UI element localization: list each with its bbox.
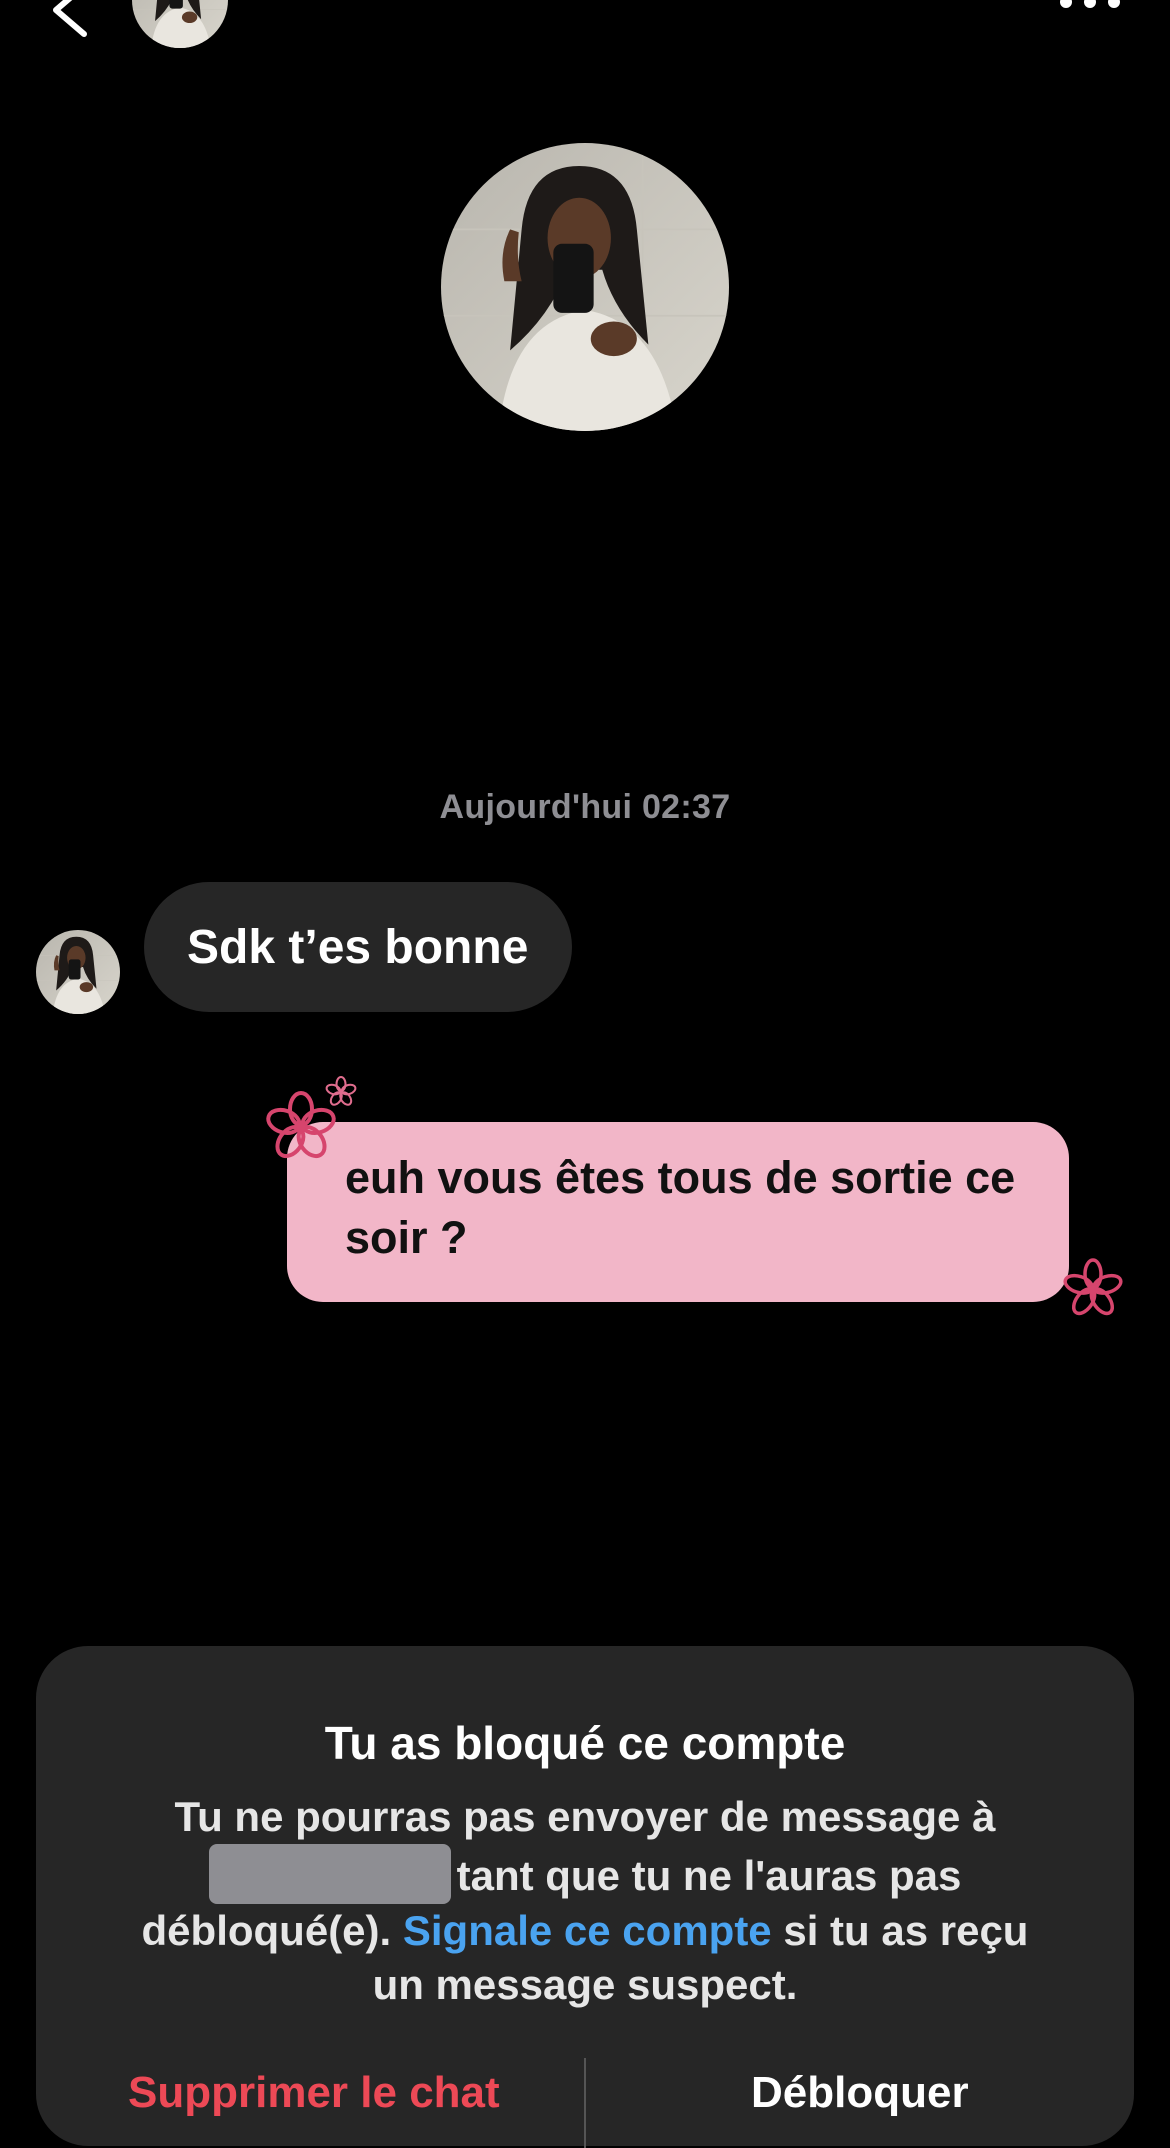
unblock-button[interactable]: Débloquer <box>751 2068 969 2118</box>
more-horizontal-icon <box>1060 0 1120 8</box>
blocked-description: Tu ne pourras pas envoyer de message à t… <box>116 1790 1054 2012</box>
flower-decoration-icon <box>1063 1258 1123 1316</box>
blocked-actions: Supprimer le chat Débloquer <box>36 2050 1134 2148</box>
outgoing-message-bubble[interactable]: euh vous êtes tous de sortie ce soir ? <box>287 1122 1069 1302</box>
profile-avatar[interactable] <box>441 143 729 431</box>
back-button[interactable] <box>40 0 100 40</box>
incoming-message-bubble[interactable]: Sdk t’es bonne <box>144 882 572 1012</box>
outgoing-message-text: euh vous êtes tous de sortie ce soir ? <box>345 1152 1016 1263</box>
more-options-button[interactable] <box>1050 0 1130 10</box>
chevron-left-icon <box>53 0 87 37</box>
blocked-account-panel: Tu as bloqué ce compte Tu ne pourras pas… <box>36 1646 1134 2148</box>
redacted-username <box>208 1844 451 1904</box>
outgoing-message: euh vous êtes tous de sortie ce soir ? <box>260 1070 1140 1330</box>
sender-avatar <box>36 930 120 1014</box>
blocked-description-part1: Tu ne pourras pas envoyer de message à <box>174 1793 996 1840</box>
message-timestamp: Aujourd'hui 02:37 <box>439 788 731 826</box>
incoming-message-text: Sdk t’es bonne <box>187 920 529 974</box>
small-flower-decoration-icon <box>325 1076 357 1106</box>
actions-divider <box>584 2058 586 2148</box>
delete-chat-button[interactable]: Supprimer le chat <box>128 2068 500 2118</box>
blocked-title: Tu as bloqué ce compte <box>324 1717 846 1769</box>
header-avatar[interactable] <box>132 0 228 48</box>
chat-header <box>0 0 1170 60</box>
report-account-link[interactable]: Signale ce compte <box>403 1907 772 1954</box>
